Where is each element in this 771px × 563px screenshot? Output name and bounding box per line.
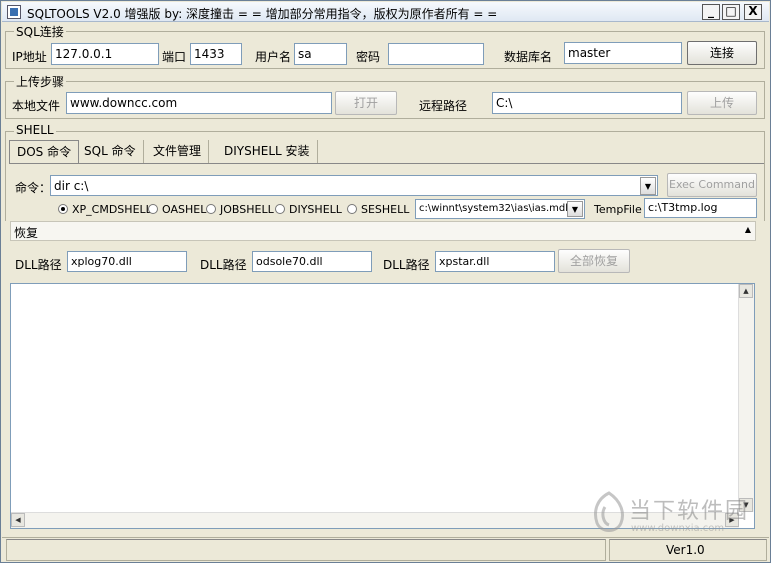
watermark-url: www.downxia.com — [631, 523, 725, 534]
shell-legend: SHELL — [14, 123, 56, 137]
dll-path-input-1[interactable]: xplog70.dll — [67, 251, 187, 272]
command-combo[interactable]: dir c:\ ▼ — [50, 175, 658, 196]
status-cell-version: Ver1.0 — [609, 539, 767, 561]
app-window: SQLTOOLS V2.0 增强版 by: 深度撞击 = = 增加部分常用指令，… — [0, 0, 771, 563]
local-file-input[interactable]: www.downcc.com — [66, 92, 332, 114]
ip-label: IP地址 — [12, 50, 47, 64]
connect-button[interactable]: 连接 — [687, 41, 757, 65]
sql-connect-legend: SQL连接 — [14, 23, 66, 40]
vertical-scrollbar[interactable]: ▲ ▼ — [738, 284, 754, 512]
radio-icon — [347, 204, 357, 214]
radio-diyshell[interactable]: DIYSHELL — [275, 203, 342, 216]
radio-xp-cmdshell[interactable]: XP_CMDSHELL — [58, 203, 152, 216]
minimize-button[interactable]: _ — [702, 4, 720, 20]
radio-icon — [148, 204, 158, 214]
upload-button[interactable]: 上传 — [687, 91, 757, 115]
radio-selected-icon — [58, 204, 68, 214]
command-value: dir c:\ — [54, 179, 89, 193]
window-title: SQLTOOLS V2.0 增强版 by: 深度撞击 = = 增加部分常用指令，… — [27, 7, 498, 21]
mdb-path-combo[interactable]: c:\winnt\system32\ias\ias.mdb ▼ — [415, 199, 585, 219]
local-file-label: 本地文件 — [12, 99, 61, 113]
close-button[interactable]: X — [744, 4, 762, 20]
command-label: 命令： — [15, 181, 52, 195]
maximize-button[interactable]: □ — [722, 4, 740, 20]
mdb-path-value: c:\winnt\system32\ias\ias.mdb — [419, 203, 572, 214]
chevron-down-icon[interactable]: ▼ — [640, 177, 656, 195]
tab-diyshell-install[interactable]: DIYSHELL 安装 — [217, 140, 318, 163]
scroll-up-icon[interactable]: ▲ — [739, 284, 753, 298]
radio-jobshell[interactable]: JOBSHELL — [206, 203, 274, 216]
dll-path-label-1: DLL路径 — [15, 258, 62, 272]
restore-header[interactable]: 恢复 ▲ — [10, 221, 756, 241]
upload-legend: 上传步骤 — [14, 73, 67, 90]
restore-all-button[interactable]: 全部恢复 — [558, 249, 630, 273]
open-button[interactable]: 打开 — [335, 91, 397, 115]
tab-sql-command[interactable]: SQL 命令 — [77, 140, 144, 163]
radio-seshell[interactable]: SESHELL — [347, 203, 409, 216]
user-label: 用户名 — [255, 50, 292, 64]
radio-icon — [275, 204, 285, 214]
remote-path-input[interactable]: C:\ — [492, 92, 682, 114]
port-input[interactable]: 1433 — [190, 43, 242, 65]
collapse-arrow-icon[interactable]: ▲ — [745, 225, 751, 234]
db-input[interactable]: master — [564, 42, 682, 64]
ip-input[interactable]: 127.0.0.1 — [51, 43, 159, 65]
dll-path-label-2: DLL路径 — [200, 258, 247, 272]
dll-path-input-3[interactable]: xpstar.dll — [435, 251, 555, 272]
dll-path-input-2[interactable]: odsole70.dll — [252, 251, 372, 272]
tempfile-input[interactable]: c:\T3tmp.log — [644, 198, 757, 218]
watermark-logo-icon — [594, 491, 624, 532]
status-bar: Ver1.0 — [2, 537, 769, 562]
tab-dos-command[interactable]: DOS 命令 — [9, 140, 80, 163]
tab-file-manager[interactable]: 文件管理 — [146, 140, 210, 163]
port-label: 端口 — [162, 50, 187, 64]
watermark: 当下软件园 www.downxia.com — [591, 489, 761, 539]
exec-command-button[interactable]: Exec Command — [667, 173, 757, 197]
tab-divider — [9, 163, 764, 164]
radio-oashel[interactable]: OASHEL — [148, 203, 206, 216]
app-icon — [7, 5, 21, 19]
password-input[interactable] — [388, 43, 484, 65]
remote-path-label: 远程路径 — [419, 99, 468, 113]
version-text: Ver1.0 — [666, 543, 705, 557]
user-input[interactable]: sa — [294, 43, 347, 65]
watermark-text: 当下软件园 — [629, 499, 750, 524]
status-cell-main — [6, 539, 606, 561]
tempfile-label: TempFile — [594, 203, 642, 216]
radio-icon — [206, 204, 216, 214]
restore-title: 恢复 — [14, 226, 39, 240]
chevron-down-icon[interactable]: ▼ — [567, 201, 583, 217]
dll-path-label-3: DLL路径 — [383, 258, 430, 272]
title-bar[interactable]: SQLTOOLS V2.0 增强版 by: 深度撞击 = = 增加部分常用指令，… — [2, 2, 769, 22]
scroll-left-icon[interactable]: ◀ — [11, 513, 25, 527]
db-label: 数据库名 — [504, 50, 553, 64]
password-label: 密码 — [356, 50, 381, 64]
